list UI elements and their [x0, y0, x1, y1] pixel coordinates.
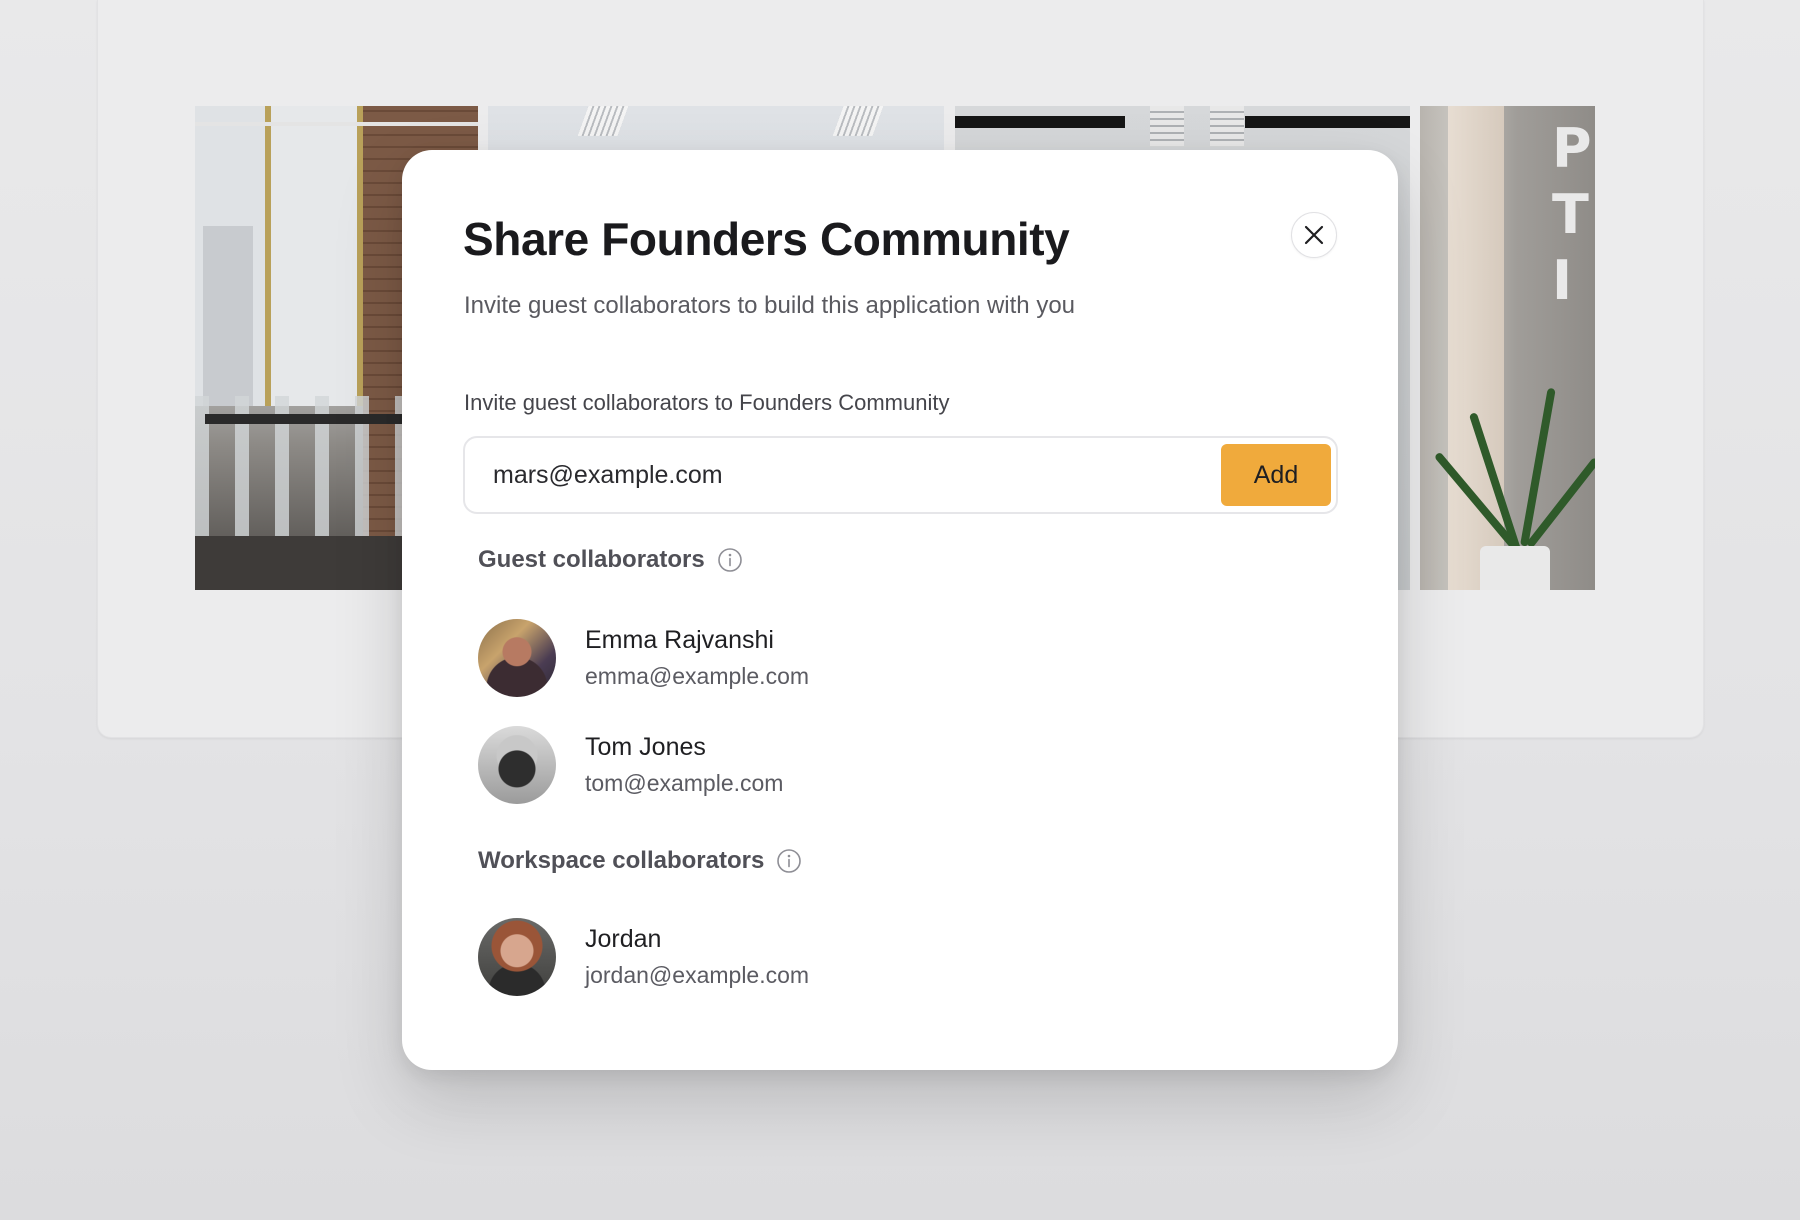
share-modal: Share Founders Community Invite guest co… [402, 150, 1398, 1070]
collaborator-email: jordan@example.com [585, 962, 810, 988]
avatar [478, 918, 556, 996]
modal-title: Share Founders Community [463, 213, 1070, 265]
collaborator-email: tom@example.com [585, 770, 784, 796]
info-icon[interactable] [776, 848, 802, 874]
guest-collaborators-label: Guest collaborators [478, 546, 705, 573]
avatar [478, 619, 556, 697]
collaborator-row[interactable]: Emma Rajvanshi emma@example.com [478, 619, 978, 697]
workspace-collaborators-heading: Workspace collaborators [478, 847, 802, 875]
collaborator-row[interactable]: Tom Jones tom@example.com [478, 726, 978, 804]
collaborator-email: emma@example.com [585, 663, 810, 689]
guest-collaborators-heading: Guest collaborators [478, 546, 743, 574]
collaborator-name: Emma Rajvanshi [585, 626, 774, 654]
invite-email-input[interactable] [493, 438, 1183, 512]
invite-label: Invite guest collaborators to Founders C… [464, 390, 950, 415]
collaborator-name: Jordan [585, 925, 662, 953]
close-icon [1303, 224, 1325, 246]
collaborator-name: Tom Jones [585, 733, 706, 761]
close-button[interactable] [1291, 212, 1337, 258]
wall-lettering: PTI [1552, 117, 1592, 312]
collaborator-row[interactable]: Jordan jordan@example.com [478, 918, 978, 996]
invite-field: Add [463, 436, 1338, 514]
gallery-photo-plant[interactable]: PTI [1420, 106, 1595, 590]
modal-subtitle: Invite guest collaborators to build this… [464, 292, 1076, 319]
add-button[interactable]: Add [1221, 444, 1331, 506]
info-icon[interactable] [717, 547, 743, 573]
avatar [478, 726, 556, 804]
workspace-collaborators-label: Workspace collaborators [478, 847, 765, 874]
